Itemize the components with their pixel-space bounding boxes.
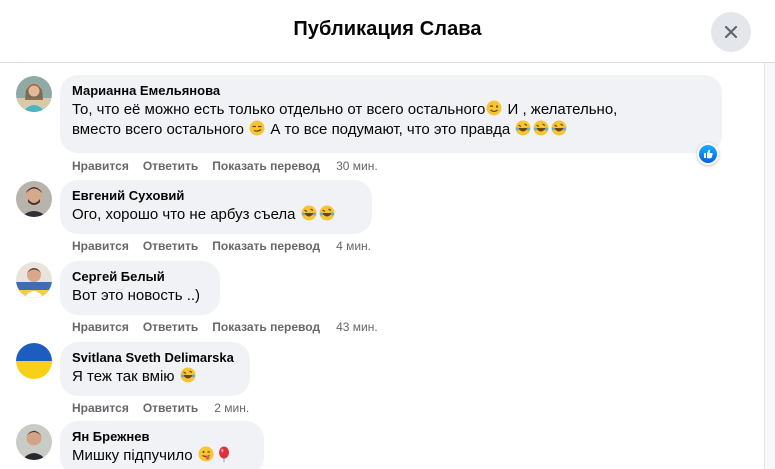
comment-bubble: Марианна Емельянова То, что её можно ест… [60, 75, 722, 153]
like-link[interactable]: Нравится [72, 319, 129, 335]
translate-link[interactable]: Показать перевод [212, 319, 320, 335]
comment-text: Вот это новость ..) [72, 287, 201, 304]
comment-text-part: А то все подумают, что это правда [266, 121, 515, 138]
comment-text-part: То, что её можно есть только отдельно от… [72, 101, 486, 118]
comment: Сергей Белый Вот это новость ..) Нравитс… [0, 259, 760, 335]
like-link[interactable]: Нравится [72, 400, 129, 416]
comment-actions: Нравится Ответить Показать перевод 4 мин. [72, 238, 371, 254]
rofl-icon [301, 205, 317, 221]
comment-author[interactable]: Марианна Емельянова [72, 83, 710, 99]
like-icon [699, 145, 717, 163]
comment-text-part: вместо всего остального [72, 121, 249, 138]
avatar[interactable] [16, 181, 52, 217]
comment: Ян Брежнев Мишку підпучило [0, 421, 760, 469]
rofl-icon [551, 120, 567, 136]
dialog-header: Публикация Слава [0, 0, 775, 63]
comment-time[interactable]: 4 мин. [336, 238, 371, 254]
comment-time[interactable]: 2 мин. [214, 400, 249, 416]
close-button[interactable] [711, 12, 751, 52]
rofl-icon [319, 205, 335, 221]
comment-text-part: Мишку підпучило [72, 447, 197, 464]
avatar[interactable] [16, 424, 52, 460]
comment-text-part: Я теж так вмію [72, 368, 179, 385]
comment-author[interactable]: Евгений Суховий [72, 188, 360, 204]
comment: Svitlana Sveth Delimarska Я теж так вмію… [0, 340, 760, 416]
winking-face-icon [486, 100, 502, 116]
avatar[interactable] [16, 262, 52, 298]
comment-actions: Нравится Ответить 2 мин. [72, 400, 249, 416]
comment-author[interactable]: Svitlana Sveth Delimarska [72, 350, 238, 366]
comment: Евгений Суховий Ого, хорошо что не арбуз… [0, 178, 760, 254]
comment-text-part: Ого, хорошо что не арбуз съела [72, 206, 300, 223]
comment-bubble: Ян Брежнев Мишку підпучило [60, 421, 264, 469]
reply-link[interactable]: Ответить [143, 319, 198, 335]
avatar[interactable] [16, 76, 52, 112]
translate-link[interactable]: Показать перевод [212, 158, 320, 174]
avatar[interactable] [16, 343, 52, 379]
reply-link[interactable]: Ответить [143, 400, 198, 416]
comment-time[interactable]: 43 мин. [336, 319, 378, 335]
dialog-title: Публикация Слава [293, 18, 482, 40]
like-link[interactable]: Нравится [72, 158, 129, 174]
reply-link[interactable]: Ответить [143, 158, 198, 174]
comment-actions: Нравится Ответить Показать перевод 30 мин. [72, 158, 378, 174]
comment-text: То, что её можно есть только отдельно от… [72, 100, 710, 140]
rofl-icon [515, 120, 531, 136]
close-icon [724, 25, 738, 39]
comment-text: Мишку підпучило [72, 446, 252, 466]
comment: Марианна Емельянова То, что её можно ест… [0, 73, 760, 173]
comment-text: Я теж так вмію [72, 367, 238, 387]
scrollbar-track[interactable] [764, 63, 775, 469]
translate-link[interactable]: Показать перевод [212, 238, 320, 254]
tongue-face-icon [198, 446, 214, 462]
comment-bubble: Евгений Суховий Ого, хорошо что не арбуз… [60, 180, 372, 234]
rofl-icon [180, 367, 196, 383]
comment-text-part: И , желательно, [503, 101, 618, 118]
rofl-icon [533, 120, 549, 136]
comment-bubble: Сергей Белый Вот это новость ..) [60, 261, 220, 315]
reaction-badge[interactable] [697, 143, 719, 165]
comment-text: Ого, хорошо что не арбуз съела [72, 205, 360, 225]
comment-author[interactable]: Ян Брежнев [72, 429, 252, 445]
comment-actions: Нравится Ответить Показать перевод 43 мин. [72, 319, 378, 335]
balloon-icon [218, 446, 229, 462]
comment-time[interactable]: 30 мин. [336, 158, 378, 174]
like-link[interactable]: Нравится [72, 238, 129, 254]
comment-bubble: Svitlana Sveth Delimarska Я теж так вмію [60, 342, 250, 396]
comment-author[interactable]: Сергей Белый [72, 269, 208, 285]
reply-link[interactable]: Ответить [143, 238, 198, 254]
smirking-face-icon [249, 120, 265, 136]
